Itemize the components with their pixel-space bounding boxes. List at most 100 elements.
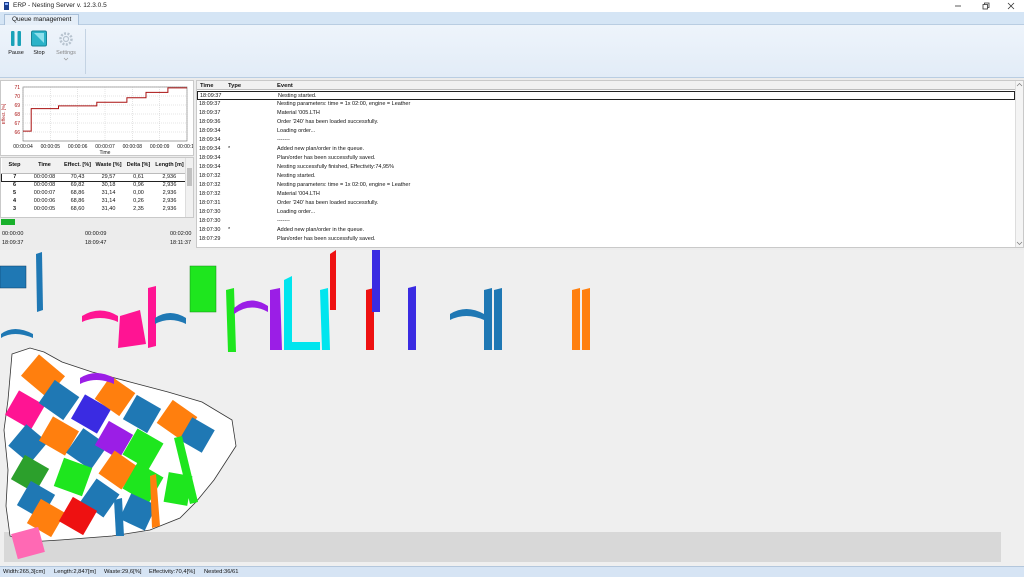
steps-table-row[interactable]: 3 00:00:05 68,60 31,40 2,35 2,936 (2, 205, 186, 213)
event-log-time: 18:07:30 (199, 209, 221, 215)
event-log-row[interactable]: 18:07:32 Nesting started. (197, 172, 1015, 181)
event-log-row[interactable]: 18:07:30 Loading order... (197, 208, 1015, 217)
event-log-event: ------- (277, 218, 290, 224)
event-log-event: Added new plan/order in the queue. (277, 146, 365, 152)
event-log-row[interactable]: 18:09:34 * Added new plan/order in the que… (197, 145, 1015, 154)
event-log-event: Loading order... (277, 209, 316, 215)
steps-column-header[interactable]: Effect. [%] (61, 158, 94, 174)
steps-column-header[interactable]: Step (1, 158, 28, 174)
scrollbar-thumb[interactable] (187, 168, 192, 186)
restore-icon (982, 2, 990, 10)
event-log-row[interactable]: 18:09:36 Order '240' has been loaded succ… (197, 118, 1015, 127)
chart-y-tick: 68 (14, 112, 20, 118)
stop-label: Stop (33, 50, 45, 56)
steps-table-row[interactable]: 6 00:00:08 69,82 30,18 0,96 2,936 (2, 181, 186, 189)
steps-column-header[interactable]: Delta [%] (123, 158, 154, 174)
chart-y-label: Effect. [%] (1, 104, 6, 124)
event-log-row[interactable]: 18:07:32 Material '004.LTH (197, 190, 1015, 199)
event-log-event: Added new plan/order in the queue. (277, 227, 365, 233)
event-log-row[interactable]: 18:07:32 Nesting parameters: time = 1x 02… (197, 181, 1015, 190)
status-width: Width:265,3[cm] (3, 569, 45, 575)
column-type[interactable]: Type (228, 83, 241, 89)
event-log-scrollbar[interactable] (1015, 81, 1023, 247)
steps-table-panel: Step Time Effect. [%] Waste [%] Delta [%] Len… (0, 157, 194, 218)
steps-table-row[interactable]: 4 00:00:06 68,86 31,14 0,26 2,936 (2, 197, 186, 205)
chart-canvas: 00:00:04 00:00:05 00:00:06 00:00:07 00:00:08… (1, 85, 193, 155)
close-button[interactable] (999, 0, 1023, 12)
steps-cell-waste: 30,18 (101, 182, 116, 189)
event-log-row[interactable]: 18:09:37 Material '005.LTH (197, 109, 1015, 118)
event-log-time: 18:09:37 (200, 93, 222, 99)
event-log-row[interactable]: 18:07:30 * Added new plan/order in the que… (197, 226, 1015, 235)
chart-y-tick: 71 (14, 85, 20, 91)
steps-cell-step: 3 (12, 206, 17, 212)
steps-table: Step Time Effect. [%] Waste [%] Delta [%] Len… (1, 158, 186, 213)
steps-table-row[interactable]: 7 00:00:08 70,43 29,57 0,61 2,936 (1, 173, 186, 181)
event-log-row[interactable]: 18:09:37 Nesting parameters: time = 1x 02… (197, 100, 1015, 109)
event-log-row[interactable]: 18:07:29 Plan/order has been successfully… (197, 235, 1015, 244)
clock-mid: 18:09:47 (85, 240, 107, 246)
event-log-event: Loading order... (277, 128, 316, 134)
event-log-row[interactable]: 18:09:37 Nesting started. (197, 91, 1015, 100)
steps-cell-time: 00:00:08 (33, 182, 56, 189)
event-log: Time Type Event 18:09:37 Nesting started.… (196, 80, 1024, 248)
event-log-row[interactable]: 18:07:31 Order '240' has been loaded succ… (197, 199, 1015, 208)
event-log-row[interactable]: 18:09:34 ------- (197, 136, 1015, 145)
steps-cell-length: 2,936 (162, 182, 177, 189)
event-log-time: 18:07:30 (199, 218, 221, 224)
column-time[interactable]: Time (200, 83, 213, 89)
settings-button[interactable]: Settings (55, 30, 77, 63)
event-log-row[interactable]: 18:09:34 Loading order... (197, 127, 1015, 136)
minimize-button[interactable] (946, 0, 970, 12)
steps-cell-delta: 0,00 (133, 190, 144, 196)
event-log-time: 18:09:37 (199, 110, 221, 116)
event-log-row[interactable]: 18:09:34 Plan/order has been successfully… (197, 154, 1015, 163)
event-log-event: Nesting successfully finished, Effectivi… (277, 164, 394, 170)
nesting-canvas[interactable] (0, 250, 1024, 566)
stop-button[interactable]: Stop (28, 30, 50, 56)
event-log-time: 18:09:34 (199, 146, 221, 152)
event-log-time: 18:07:32 (199, 182, 221, 188)
steps-cell-effect: 68,86 (70, 190, 85, 196)
tab-queue-management[interactable]: Queue management (4, 14, 80, 25)
effectivity-chart: 00:00:04 00:00:05 00:00:06 00:00:07 00:00:08… (0, 80, 194, 156)
steps-column-header[interactable]: Time (27, 158, 62, 174)
steps-cell-time: 00:00:05 (33, 206, 56, 212)
steps-cell-waste: 31,14 (101, 198, 116, 204)
event-log-event: Order '240' has been loaded successfully… (277, 119, 379, 125)
title-bar: ERP - Nesting Server v. 12.3.0.5 (0, 0, 1024, 12)
elapsed-start: 00:00:00 (2, 231, 24, 237)
chart-y-tick: 69 (14, 103, 20, 109)
steps-scrollbar[interactable] (185, 158, 193, 217)
scroll-down-icon (1016, 241, 1023, 245)
steps-column-header[interactable]: Waste [%] (93, 158, 124, 174)
ribbon-toolbar: Pause Stop Settings (0, 25, 1024, 78)
event-log-time: 18:07:32 (199, 173, 221, 179)
event-log-time: 18:09:37 (199, 101, 221, 107)
steps-cell-time: 00:00:06 (33, 198, 56, 204)
tab-strip: Queue management (0, 12, 1024, 25)
event-log-time: 18:09:34 (199, 137, 221, 143)
event-log-time: 18:09:34 (199, 128, 221, 134)
pause-button[interactable]: Pause (5, 30, 27, 56)
status-nested: Nested:36/61 (204, 569, 239, 575)
minimize-icon (955, 5, 961, 7)
nesting-progress-bar (1, 219, 15, 225)
event-log-row[interactable]: 18:07:30 ------- (197, 217, 1015, 226)
steps-cell-effect: 69,82 (70, 182, 85, 189)
steps-cell-step: 5 (12, 190, 17, 196)
column-event[interactable]: Event (277, 83, 293, 89)
toolbar-separator (85, 29, 86, 74)
steps-cell-effect: 70,43 (70, 174, 85, 180)
event-log-row[interactable]: 18:09:34 Nesting successfully finished, E… (197, 163, 1015, 172)
elapsed-end: 00:02:00 (170, 231, 192, 237)
event-log-header: Time Type Event (197, 81, 1017, 90)
steps-cell-length: 2,936 (162, 190, 177, 196)
steps-table-row[interactable]: 5 00:00:07 68,86 31,14 0,00 2,936 (2, 189, 186, 197)
status-effectivity: Effectivity:70,4[%] (149, 569, 195, 575)
steps-cell-length: 2,936 (162, 206, 177, 212)
steps-cell-step: 6 (12, 182, 17, 189)
restore-button[interactable] (974, 0, 998, 12)
steps-column-header[interactable]: Length [m] (153, 158, 186, 174)
steps-cell-length: 2,936 (162, 174, 177, 180)
